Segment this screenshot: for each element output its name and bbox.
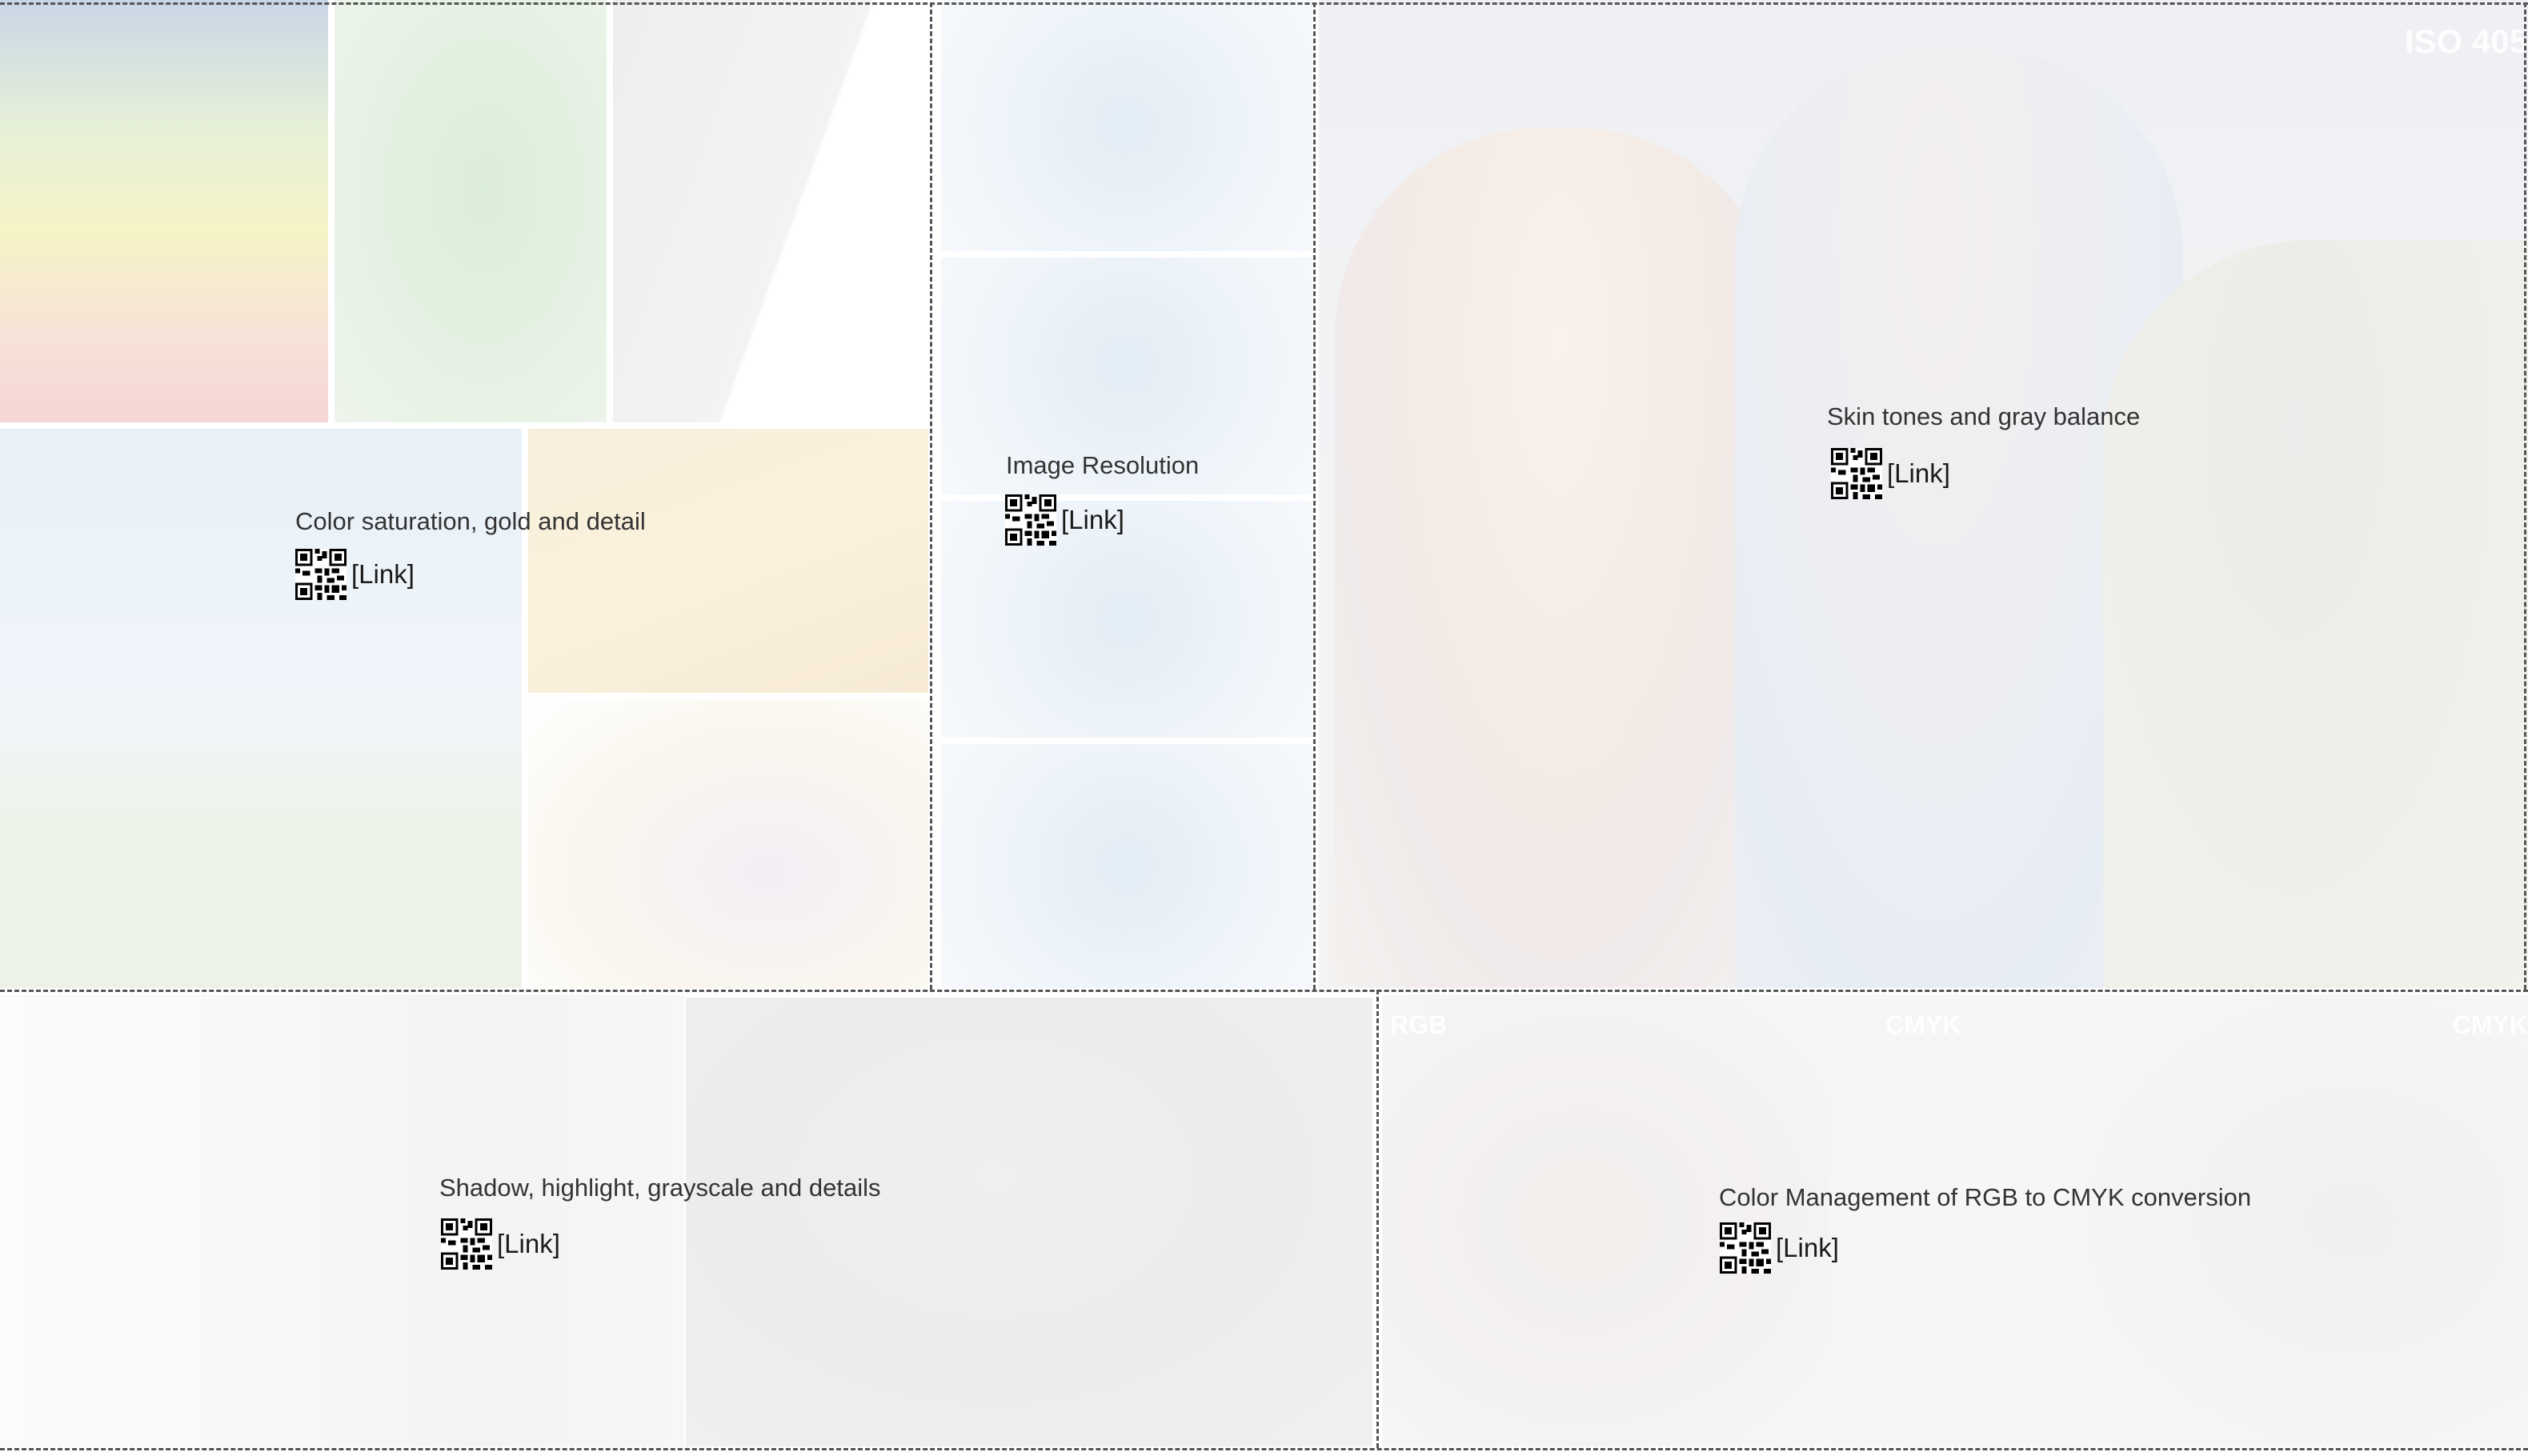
color-management-panel: RGB CMYK CMYK Color Management of RGB to… xyxy=(1382,994,2528,1446)
qr-code-icon xyxy=(295,549,347,600)
image-resolution-panel: Image Resolution [Link] xyxy=(935,0,1312,988)
color-saturation-link-row[interactable]: [Link] xyxy=(295,549,415,600)
color-management-link[interactable]: [Link] xyxy=(1776,1233,1839,1263)
qr-code-icon xyxy=(1005,494,1056,546)
image-resolution-link-row[interactable]: [Link] xyxy=(1005,494,1124,546)
woman-right-figure xyxy=(2103,240,2528,988)
skin-tones-caption: Skin tones and gray balance xyxy=(1827,402,2141,430)
shadow-highlight-panel: Shadow, highlight, grayscale and details… xyxy=(0,994,1372,1446)
color-saturation-link[interactable]: [Link] xyxy=(351,559,415,590)
color-management-link-row[interactable]: [Link] xyxy=(1720,1222,1839,1274)
gear-texture-image-1 xyxy=(941,0,1312,251)
middle-divider xyxy=(0,990,2528,992)
cmyk-watermark: CMYK xyxy=(1885,1010,1961,1039)
divider-color-resolution xyxy=(930,2,932,990)
right-border-top xyxy=(2524,2,2526,990)
qr-code-icon xyxy=(1720,1222,1771,1274)
skin-tones-panel: ISO 405 Skin tones and gray balance [Lin… xyxy=(1319,0,2528,988)
qr-code-icon xyxy=(1831,448,1882,499)
color-saturation-caption: Color saturation, gold and detail xyxy=(295,507,646,535)
top-border xyxy=(0,2,2528,5)
color-management-caption: Color Management of RGB to CMYK conversi… xyxy=(1719,1183,2252,1211)
divider-resolution-skin xyxy=(1313,2,1316,990)
skin-tones-link[interactable]: [Link] xyxy=(1887,458,1950,489)
gear-texture-image-3 xyxy=(941,501,1312,738)
dark-portrait-image xyxy=(686,998,1372,1446)
bottom-border xyxy=(0,1448,2528,1450)
shadow-highlight-link-row[interactable]: [Link] xyxy=(441,1218,560,1270)
color-saturation-panel: Color saturation, gold and detail [Link] xyxy=(0,0,928,988)
frog-image xyxy=(335,0,607,422)
fruit-image xyxy=(0,0,328,422)
shadow-highlight-caption: Shadow, highlight, grayscale and details xyxy=(439,1174,881,1202)
image-resolution-caption: Image Resolution xyxy=(1006,451,1200,479)
skin-tones-link-row[interactable]: [Link] xyxy=(1831,448,1950,499)
towels-image xyxy=(528,699,928,988)
cmyk-portrait-image xyxy=(2086,994,2528,1446)
shadow-highlight-link[interactable]: [Link] xyxy=(497,1229,560,1259)
iso-watermark: ISO 405 xyxy=(2404,22,2528,60)
rgb-watermark: RGB xyxy=(1390,1010,1448,1039)
rgb-portrait-image xyxy=(1382,994,1830,1446)
divider-shadow-cms xyxy=(1376,990,1379,1448)
cmyk-watermark-right: CMYK xyxy=(2452,1010,2528,1039)
gear-texture-image-4 xyxy=(941,744,1312,988)
qr-code-icon xyxy=(441,1218,492,1270)
image-resolution-link[interactable]: [Link] xyxy=(1061,505,1124,535)
woman-left-figure xyxy=(1335,128,1783,988)
bright-portrait-image xyxy=(0,994,684,1446)
gold-coins-image xyxy=(528,429,928,693)
feathers-image xyxy=(613,0,928,422)
